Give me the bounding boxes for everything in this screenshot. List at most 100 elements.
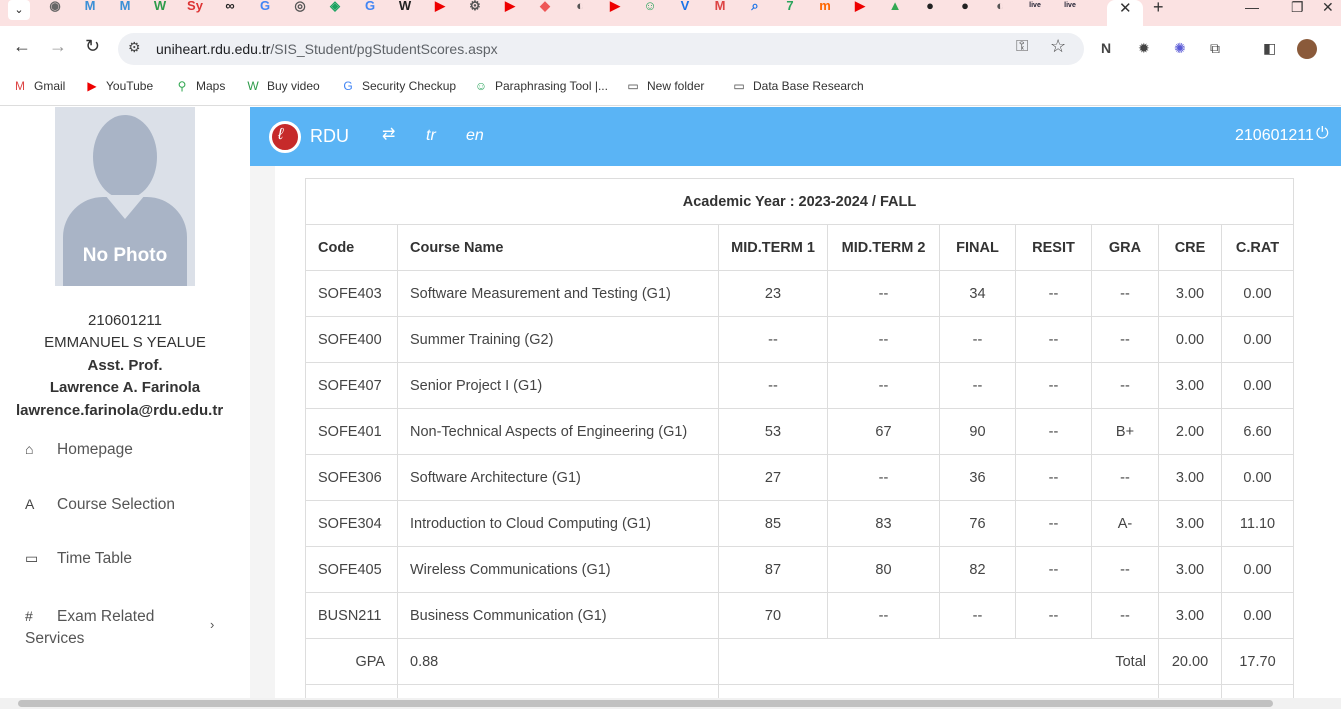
sidebar-item-time-table[interactable]: ▭ Time Table: [25, 550, 132, 568]
horizontal-scrollbar[interactable]: [0, 698, 1341, 709]
table-cell: --: [1015, 408, 1092, 455]
forward-button[interactable]: →: [49, 36, 67, 57]
youtube-tab-favicon[interactable]: ▶: [502, 0, 518, 13]
url-text[interactable]: uniheart.rdu.edu.tr/SIS_Student/pgStuden…: [156, 41, 498, 57]
scrollbar-thumb[interactable]: [18, 700, 1273, 707]
tab-search-button[interactable]: ⌄: [8, 0, 30, 20]
table-cell: --: [1015, 362, 1092, 409]
table-cell: 2.00: [1158, 408, 1222, 455]
wikipedia-tab-favicon[interactable]: W: [397, 0, 413, 13]
table-cell: Software Architecture (G1): [397, 454, 719, 501]
gear-tab-favicon[interactable]: ⚙: [467, 0, 483, 13]
close-window-button[interactable]: ✕: [1322, 0, 1334, 16]
home-icon: ⌂: [25, 441, 34, 457]
sidebar-item-label: Homepage: [57, 441, 133, 458]
table-cell: 0.00: [1221, 454, 1294, 501]
search-tab-favicon[interactable]: ⌕: [747, 0, 763, 13]
lang-tr-link[interactable]: tr: [426, 127, 436, 145]
table-cell: --: [827, 316, 940, 363]
youtube-tab-favicon[interactable]: ▶: [432, 0, 448, 13]
brand-name[interactable]: RDU: [310, 126, 349, 147]
scores-table: Academic Year : 2023-2024 / FALL Code Cou…: [305, 178, 1294, 698]
youtube-tab-favicon[interactable]: ▶: [607, 0, 623, 13]
table-cell: --: [1091, 546, 1159, 593]
new-tab-button[interactable]: +: [1153, 0, 1164, 18]
close-tab-icon[interactable]: ✕: [1119, 0, 1132, 17]
sidebar-item-homepage[interactable]: ⌂ Homepage: [25, 441, 133, 459]
side-panel-icon[interactable]: ◧: [1263, 40, 1276, 57]
table-cell: --: [939, 316, 1016, 363]
site-info-icon[interactable]: ⚙: [128, 39, 141, 56]
robot-icon: ☺: [474, 79, 488, 93]
address-bar[interactable]: ⚙ uniheart.rdu.edu.tr/SIS_Student/pgStud…: [118, 33, 1084, 65]
table-cell: 87: [718, 546, 828, 593]
shield-tab-favicon[interactable]: ◈: [327, 0, 343, 13]
restore-button[interactable]: ❐: [1291, 0, 1304, 16]
table-cell: [718, 684, 1159, 698]
chevron-right-icon[interactable]: ›: [210, 617, 214, 632]
sidebar-item-course-selection[interactable]: A Course Selection: [25, 496, 175, 514]
bookmark-item[interactable]: G Security Checkup: [340, 79, 456, 93]
table-cell: 3.00: [1158, 500, 1222, 547]
bookmark-item[interactable]: ▭ New folder: [625, 79, 704, 93]
diamond-tab-favicon[interactable]: ◆: [537, 0, 553, 13]
lang-en-link[interactable]: en: [466, 127, 484, 145]
extensions-puzzle-icon[interactable]: ⧉: [1210, 40, 1220, 57]
table-cell: 34: [939, 270, 1016, 317]
gmail-tab-favicon[interactable]: M: [712, 0, 728, 13]
bookmark-item[interactable]: ☺ Paraphrasing Tool |...: [473, 79, 608, 93]
infinity-tab-favicon[interactable]: ∞: [222, 0, 238, 13]
scan-tab-favicon[interactable]: ◎: [292, 0, 308, 13]
google-tab-favicon[interactable]: G: [257, 0, 273, 13]
extension-bug-icon[interactable]: ✹: [1138, 40, 1150, 57]
extension-n-icon[interactable]: N: [1101, 40, 1111, 56]
globe-tab-favicon[interactable]: ◐: [572, 0, 588, 13]
unknown-tab-favicon[interactable]: ◉: [47, 0, 63, 13]
reload-button[interactable]: ↻: [85, 36, 100, 57]
bookmark-item[interactable]: W Buy video: [245, 79, 319, 93]
robot-tab-favicon[interactable]: ☺: [642, 0, 658, 13]
extension-flower-icon[interactable]: ✺: [1174, 40, 1186, 57]
m-logo-tab-favicon[interactable]: M: [117, 0, 133, 13]
google-tab-favicon[interactable]: G: [362, 0, 378, 13]
table-row: [305, 684, 1294, 698]
profile-avatar[interactable]: [1297, 39, 1317, 59]
gpa-label: GPA: [305, 638, 398, 685]
youtube-icon: ▶: [87, 79, 97, 93]
minimize-button[interactable]: —: [1245, 0, 1259, 15]
live-tab-favicon[interactable]: live: [1062, 0, 1078, 13]
table-header-row: Code Course Name MID.TERM 1 MID.TERM 2 FINAL…: [305, 224, 1294, 271]
bookmark-star-icon[interactable]: ☆: [1050, 36, 1066, 57]
total-rating: 17.70: [1221, 638, 1294, 685]
drive-tab-favicon[interactable]: ▲: [887, 0, 903, 13]
table-cell: SOFE401: [305, 408, 398, 455]
table-cell: Introduction to Cloud Computing (G1): [397, 500, 719, 547]
password-key-icon[interactable]: ⚿: [1016, 38, 1028, 56]
youtube-tab-favicon[interactable]: ▶: [852, 0, 868, 13]
m-orange-tab-favicon[interactable]: m: [817, 0, 833, 13]
table-row: SOFE400 Summer Training (G2) -- -- -- -- -- 0.0…: [305, 316, 1294, 363]
swap-icon[interactable]: ⇄: [382, 124, 395, 144]
bookmark-item[interactable]: ▭ Data Base Research: [731, 79, 863, 93]
sy-logo-tab-favicon[interactable]: Sy: [187, 0, 203, 13]
github-tab-favicon[interactable]: ●: [957, 0, 973, 13]
table-cell: --: [1015, 592, 1092, 639]
github-tab-favicon[interactable]: ●: [922, 0, 938, 13]
m-logo-tab-favicon[interactable]: M: [82, 0, 98, 13]
bookmark-item[interactable]: ⚲ Maps: [174, 79, 226, 93]
table-row: SOFE405 Wireless Communications (G1) 87 80 8…: [305, 546, 1294, 593]
live-tab-favicon[interactable]: live: [1027, 0, 1043, 13]
seven-tab-favicon[interactable]: 7: [782, 0, 798, 13]
column-header: C.RAT: [1221, 224, 1294, 271]
w-logo-tab-favicon[interactable]: W: [152, 0, 168, 13]
active-tab[interactable]: ✕: [1107, 0, 1143, 26]
globe-tab-favicon[interactable]: ◐: [992, 0, 1008, 13]
bookmark-item[interactable]: M Gmail: [12, 79, 65, 93]
sidebar-item-exam-related-services[interactable]: # Exam Related Services: [25, 605, 175, 650]
back-button[interactable]: ←: [13, 36, 31, 57]
bookmark-item[interactable]: ▶ YouTube: [84, 79, 153, 93]
table-cell: [1221, 684, 1294, 698]
exam-icon: #: [25, 608, 33, 624]
logout-power-icon[interactable]: ⏻: [1316, 125, 1329, 143]
v-logo-tab-favicon[interactable]: V: [677, 0, 693, 13]
